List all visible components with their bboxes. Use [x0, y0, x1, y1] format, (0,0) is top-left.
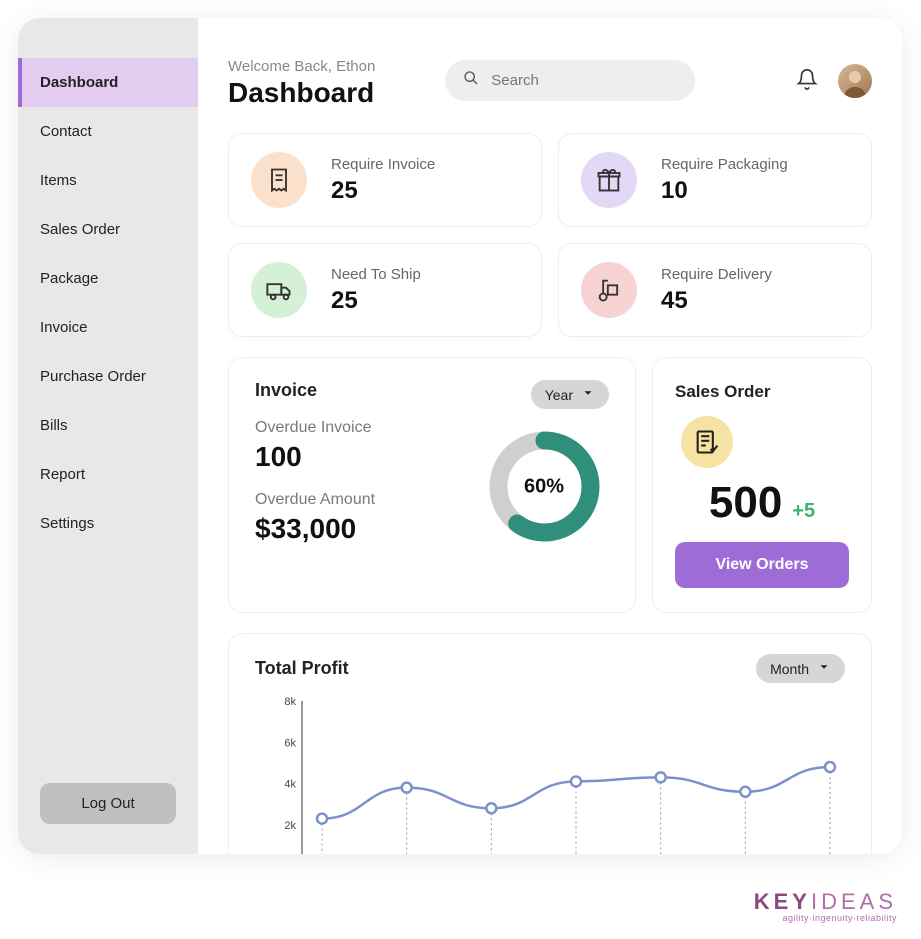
sidebar-item-items[interactable]: Items: [18, 156, 198, 205]
stat-value: 25: [331, 177, 435, 205]
total-profit-card: Total Profit Month 0k2k4k6k8kJanFebMarAp…: [228, 633, 872, 854]
sidebar-item-contact[interactable]: Contact: [18, 107, 198, 156]
chevron-down-icon: [581, 386, 595, 403]
sales-order-value: 500: [709, 478, 782, 528]
stat-value: 10: [661, 177, 788, 205]
stat-label: Require Delivery: [661, 266, 772, 283]
stat-card-truck: Need To Ship 25: [228, 243, 542, 337]
sales-order-card: Sales Order 500 +5 View Orders: [652, 357, 872, 613]
overdue-invoice-value: 100: [255, 441, 459, 473]
svg-text:8k: 8k: [284, 696, 296, 708]
document-check-icon: [681, 416, 733, 468]
profit-line-chart: 0k2k4k6k8kJanFebMarAprMayJunJuly: [255, 691, 845, 854]
main-content: Welcome Back, Ethon Dashboard Require In…: [198, 18, 902, 854]
profit-period-select[interactable]: Month: [756, 654, 845, 683]
svg-text:6k: 6k: [284, 737, 296, 749]
sales-order-title: Sales Order: [675, 382, 770, 402]
sidebar-item-sales-order[interactable]: Sales Order: [18, 205, 198, 254]
overdue-amount-value: $33,000: [255, 513, 459, 545]
sidebar-item-invoice[interactable]: Invoice: [18, 303, 198, 352]
stat-value: 45: [661, 287, 772, 315]
invoice-donut-chart: 60%: [487, 429, 602, 544]
gift-icon: [581, 152, 637, 208]
page-title: Dashboard: [228, 77, 375, 109]
receipt-icon: [251, 152, 307, 208]
invoice-title: Invoice: [255, 380, 317, 401]
view-orders-button[interactable]: View Orders: [675, 542, 849, 588]
invoice-period-label: Year: [545, 387, 573, 403]
avatar[interactable]: [838, 64, 872, 98]
donut-percent-text: 60%: [524, 475, 564, 498]
sales-order-delta: +5: [792, 500, 815, 523]
sidebar-item-dashboard[interactable]: Dashboard: [18, 58, 198, 107]
sidebar-item-report[interactable]: Report: [18, 450, 198, 499]
sidebar-item-purchase-order[interactable]: Purchase Order: [18, 352, 198, 401]
stat-label: Need To Ship: [331, 266, 421, 283]
invoice-period-select[interactable]: Year: [531, 380, 609, 409]
stat-card-gift: Require Packaging 10: [558, 133, 872, 227]
stat-label: Require Invoice: [331, 156, 435, 173]
footer-logo: KEYIDEAS agility·ingenuity·reliability: [754, 889, 897, 923]
stat-card-dolly: Require Delivery 45: [558, 243, 872, 337]
truck-icon: [251, 262, 307, 318]
stat-grid: Require Invoice 25 Require Packaging 10 Need…: [228, 133, 872, 337]
chevron-down-icon: [817, 660, 831, 677]
sidebar-item-package[interactable]: Package: [18, 254, 198, 303]
search-input[interactable]: [491, 72, 690, 89]
app-frame: DashboardContactItemsSales OrderPackageI…: [18, 18, 902, 854]
svg-text:4k: 4k: [284, 779, 296, 791]
sidebar: DashboardContactItemsSales OrderPackageI…: [18, 18, 198, 854]
total-profit-title: Total Profit: [255, 658, 349, 679]
sidebar-item-settings[interactable]: Settings: [18, 499, 198, 548]
topbar: Welcome Back, Ethon Dashboard: [228, 58, 872, 109]
svg-text:2k: 2k: [284, 820, 296, 832]
search-box[interactable]: [445, 60, 695, 101]
stat-card-receipt: Require Invoice 25: [228, 133, 542, 227]
search-icon: [463, 70, 479, 91]
sidebar-item-bills[interactable]: Bills: [18, 401, 198, 450]
welcome-text: Welcome Back, Ethon: [228, 58, 375, 75]
bell-icon[interactable]: [796, 68, 818, 95]
overdue-amount-label: Overdue Amount: [255, 491, 459, 509]
invoice-card: Invoice Overdue Invoice 100 Overdue Amou…: [228, 357, 636, 613]
logout-button[interactable]: Log Out: [40, 783, 176, 824]
stat-value: 25: [331, 287, 421, 315]
stat-label: Require Packaging: [661, 156, 788, 173]
profit-period-label: Month: [770, 661, 809, 677]
dolly-icon: [581, 262, 637, 318]
overdue-invoice-label: Overdue Invoice: [255, 419, 459, 437]
